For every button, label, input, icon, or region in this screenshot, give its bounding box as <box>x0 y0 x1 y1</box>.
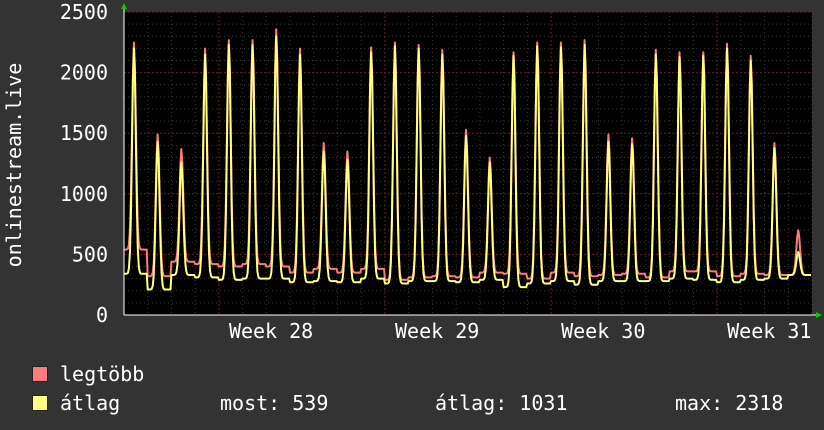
stat-now: most: 539 <box>220 391 329 415</box>
max-swatch <box>32 366 48 382</box>
x-tick-label: Week 28 <box>229 319 313 343</box>
x-tick-label: Week 29 <box>395 319 479 343</box>
y-axis-label: onlinestream.live <box>2 62 26 268</box>
stat-avg: átlag: 1031 <box>435 391 568 415</box>
line-chart: 0 500 1000 1500 2000 2500 Week 28 Week 29 Week 3… <box>60 0 822 343</box>
avg-legend-label: átlag <box>60 391 121 415</box>
y-tick-label: 1000 <box>60 182 108 206</box>
x-axis-arrow-icon <box>816 312 822 318</box>
y-axis-arrow-icon <box>121 3 127 9</box>
y-tick-label: 0 <box>96 303 108 327</box>
avg-swatch <box>32 395 48 411</box>
x-tick-label: Week 31 <box>727 319 811 343</box>
y-tick-label: 500 <box>72 242 108 266</box>
x-tick-label: Week 30 <box>561 319 645 343</box>
y-tick-label: 2500 <box>60 0 108 24</box>
legend-item-avg: átlag <box>32 393 212 413</box>
stat-max: max: 2318 <box>675 391 784 415</box>
chart-panel: 0 500 1000 1500 2000 2500 Week 28 Week 29 Week 3… <box>0 0 824 430</box>
max-legend-label: legtöbb <box>60 362 145 386</box>
y-tick-label: 1500 <box>60 121 108 145</box>
y-tick-label: 2000 <box>60 61 108 85</box>
